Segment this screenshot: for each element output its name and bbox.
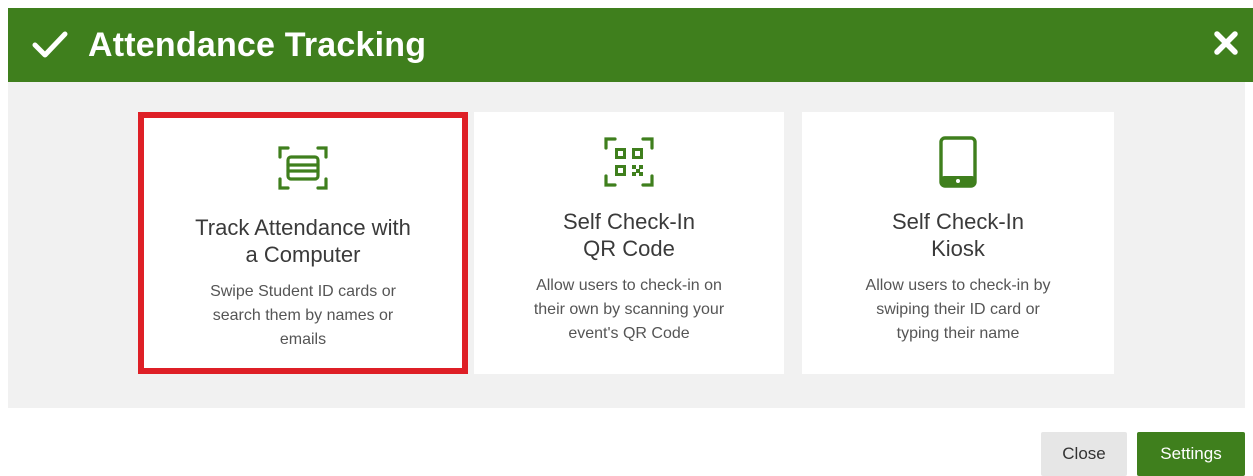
qr-code-icon	[603, 136, 655, 188]
id-card-scan-icon	[277, 142, 329, 194]
close-button[interactable]: Close	[1041, 432, 1127, 476]
option-description: Swipe Student ID cards or search them by…	[210, 283, 396, 348]
modal-title: Attendance Tracking	[88, 25, 427, 64]
option-track-with-computer[interactable]: Track Attendance with a Computer Swipe S…	[138, 112, 468, 374]
checkmark-icon	[30, 25, 70, 65]
option-description: Allow users to check-in by swiping their…	[865, 277, 1051, 342]
modal-header: Attendance Tracking	[8, 8, 1253, 82]
option-description: Allow users to check-in on their own by …	[533, 277, 725, 342]
option-self-checkin-qr[interactable]: Self Check-In QR Code Allow users to che…	[474, 112, 784, 374]
option-self-checkin-kiosk[interactable]: Self Check-In Kiosk Allow users to check…	[802, 112, 1114, 374]
option-title: Self Check-In QR Code	[562, 209, 696, 261]
settings-button[interactable]: Settings	[1137, 432, 1245, 476]
option-title: Track Attendance with a Computer	[195, 215, 411, 267]
options-panel: Track Attendance with a Computer Swipe S…	[8, 82, 1245, 408]
close-icon[interactable]	[1209, 26, 1243, 60]
tablet-icon	[932, 136, 984, 188]
option-title: Self Check-In Kiosk	[891, 209, 1025, 261]
attendance-tracking-modal: Attendance Tracking Track Attendance wit…	[0, 0, 1253, 476]
